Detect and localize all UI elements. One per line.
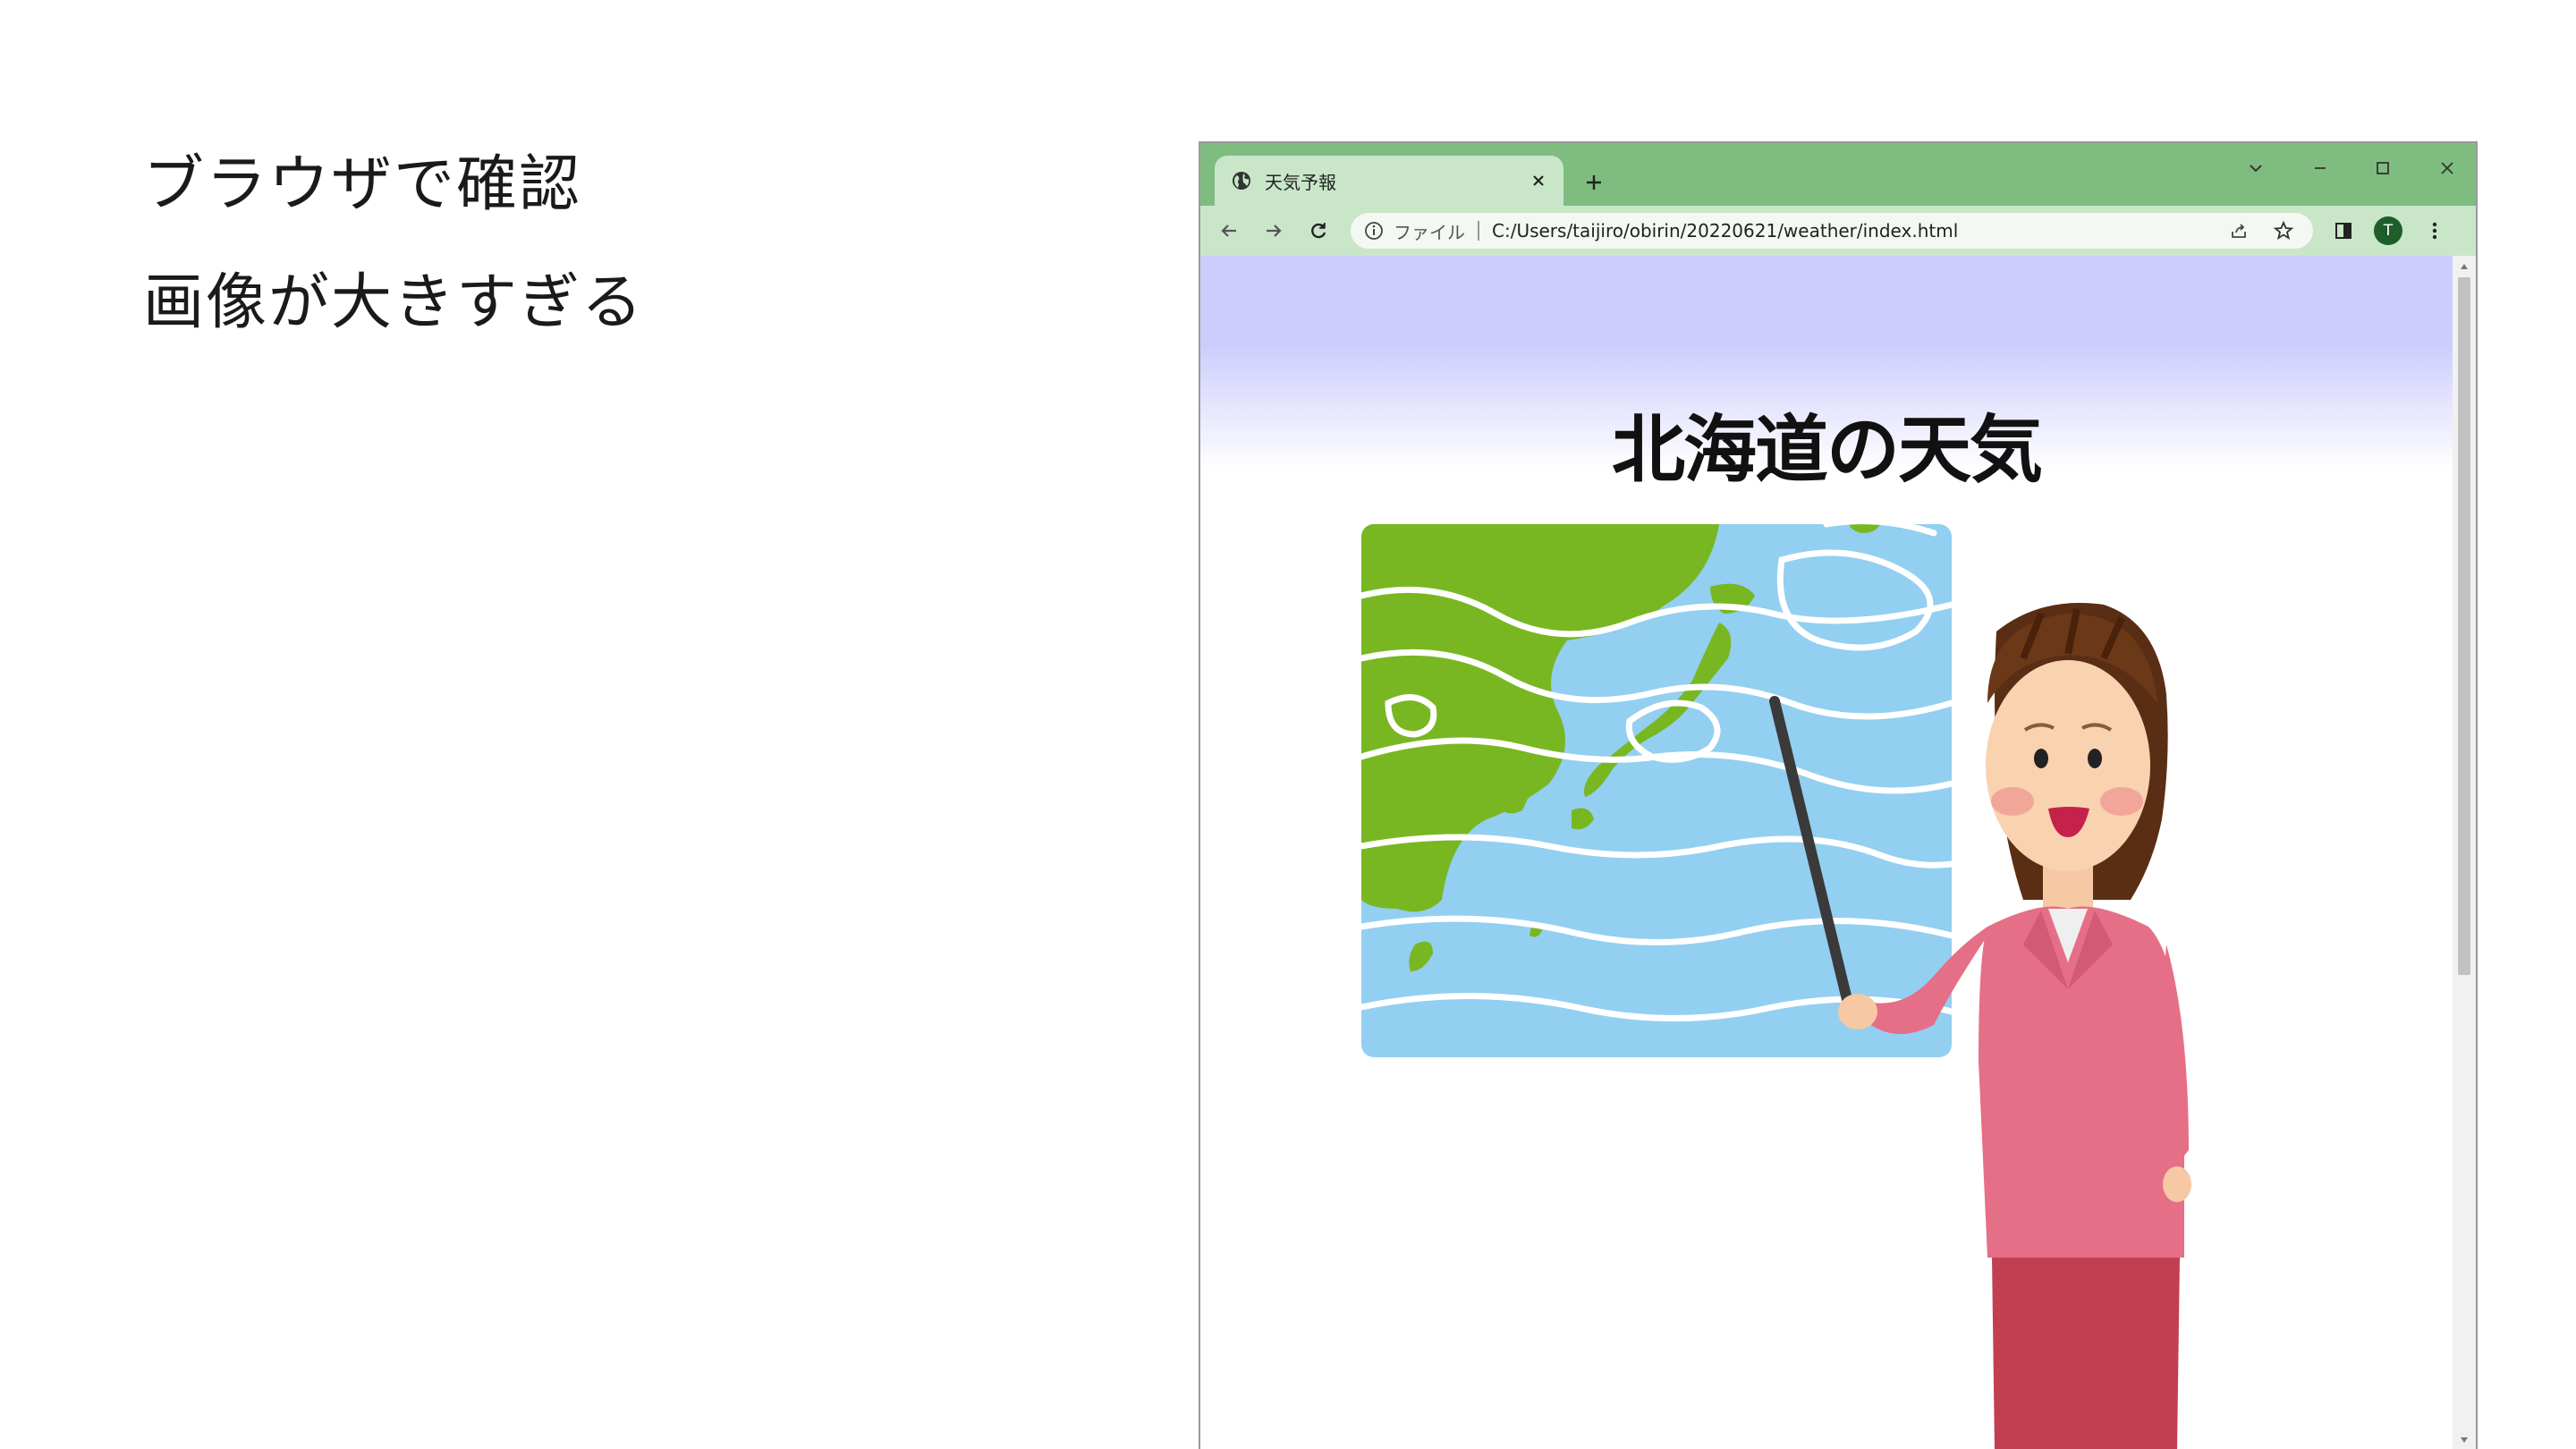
new-tab-button[interactable] (1574, 163, 1614, 202)
address-separator (1478, 221, 1479, 241)
slide-note-image-too-large: 画像が大きすぎる (143, 267, 645, 338)
tab-title: 天気予報 (1265, 171, 1336, 193)
globe-icon (1231, 170, 1252, 191)
share-icon[interactable] (2224, 216, 2254, 246)
profile-avatar[interactable]: T (2372, 215, 2404, 247)
scrollbar-thumb[interactable] (2458, 277, 2470, 975)
browser-toolbar: ファイル C:/Users/taijiro/obirin/20220621/we… (1200, 206, 2476, 256)
info-icon[interactable] (1363, 220, 1385, 242)
tab-active[interactable]: 天気予報 (1215, 156, 1563, 206)
side-panel-icon[interactable] (2327, 215, 2360, 247)
tab-close-icon[interactable] (1528, 170, 1549, 191)
page-title: 北海道の天気 (1611, 408, 2043, 493)
file-scheme-label: ファイル (1394, 221, 1465, 243)
scroll-down-arrow-icon[interactable] (2453, 1431, 2476, 1449)
bookmark-star-icon[interactable] (2268, 216, 2299, 246)
scroll-up-arrow-icon[interactable] (2453, 258, 2476, 275)
browser-window: 天気予報 ファイル C:/Users/taijiro/obirin/202206… (1199, 141, 2478, 1449)
browser-titlebar: 天気予報 (1200, 143, 2476, 206)
reload-icon[interactable] (1302, 215, 1335, 247)
weather-presenter-illustration (1361, 524, 2191, 1449)
tab-search-chevron-icon[interactable] (2238, 150, 2274, 186)
url-text[interactable]: C:/Users/taijiro/obirin/20220621/weather… (1492, 220, 2224, 242)
avatar: T (2374, 216, 2402, 245)
weather-map (1361, 524, 1952, 1057)
vertical-scrollbar[interactable] (2453, 256, 2476, 1449)
page-viewport: 北海道の天気 (1200, 256, 2476, 1449)
maximize-button[interactable] (2365, 150, 2401, 186)
forward-arrow-icon[interactable] (1258, 215, 1290, 247)
more-menu-icon[interactable] (2419, 215, 2451, 247)
slide-note-browser-check: ブラウザで確認 (143, 149, 582, 220)
address-bar[interactable]: ファイル C:/Users/taijiro/obirin/20220621/we… (1351, 213, 2313, 249)
minimize-button[interactable] (2302, 150, 2338, 186)
close-window-button[interactable] (2429, 150, 2465, 186)
back-arrow-icon[interactable] (1213, 215, 1245, 247)
